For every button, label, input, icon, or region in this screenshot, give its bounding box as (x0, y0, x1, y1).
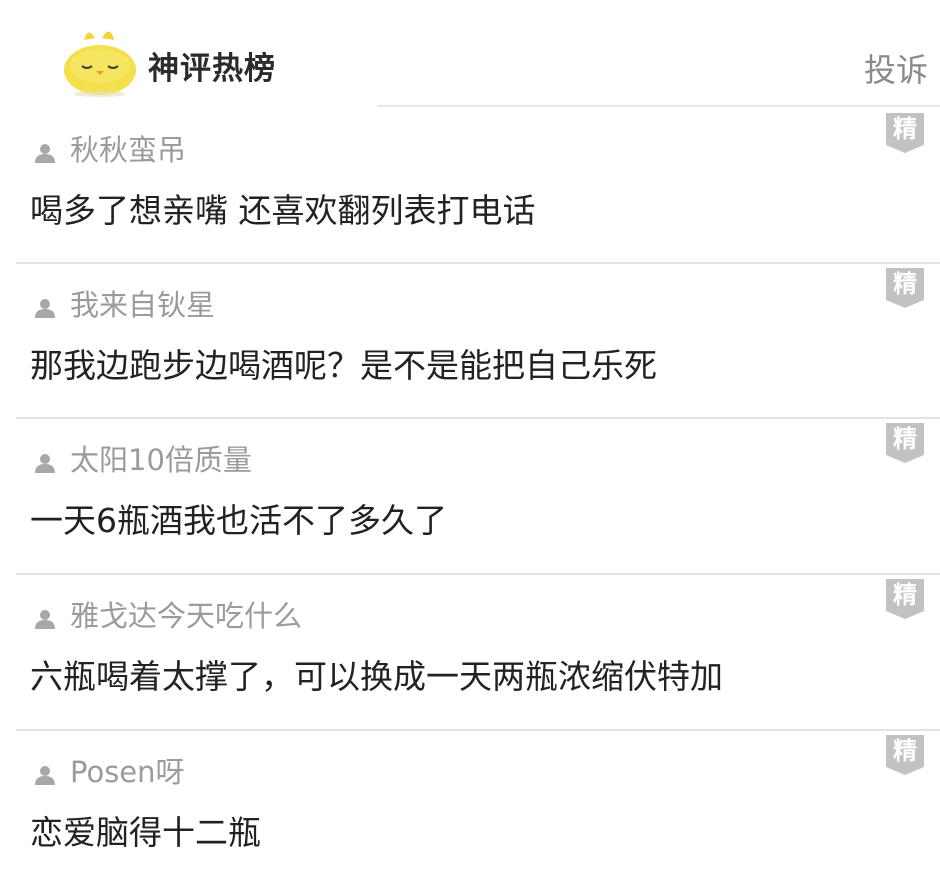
report-link[interactable]: 投诉 (864, 50, 928, 90)
comment-item: 精 我来自钬星 那我边跑步边喝酒呢？是不是能把自己乐死 (0, 262, 940, 418)
comment-divider (16, 729, 940, 731)
comment-item: 精 雅戈达今天吃什么 六瓶喝着太撑了，可以换成一天两瓶浓缩伏特加 (0, 573, 940, 729)
featured-badge-label: 精 (893, 737, 917, 765)
comment-text: 六瓶喝着太撑了，可以换成一天两瓶浓缩伏特加 (30, 657, 723, 696)
featured-badge: 精 (886, 423, 924, 463)
comment-divider (16, 417, 940, 419)
comment-item: 精 Posen呀 恋爱脑得十二瓶 (0, 729, 940, 885)
comment-text: 一天6瓶酒我也活不了多久了 (30, 501, 447, 540)
comment-username[interactable]: 太阳10倍质量 (70, 441, 252, 479)
comment-text: 喝多了想亲嘴 还喜欢翻列表打电话 (30, 191, 536, 230)
user-icon (35, 299, 55, 318)
brand-title: 神评热榜 (148, 51, 276, 87)
comment-text: 那我边跑步边喝酒呢？是不是能把自己乐死 (30, 346, 657, 385)
comment-username[interactable]: 秋秋蛮吊 (70, 131, 186, 169)
user-icon (35, 610, 55, 629)
comment-divider (16, 262, 940, 264)
featured-badge: 精 (886, 268, 924, 308)
user-icon (35, 454, 55, 473)
user-icon (35, 144, 55, 163)
hot-comments-header: 神评热榜 投诉 (0, 0, 940, 107)
comment-item: 精 秋秋蛮吊 喝多了想亲嘴 还喜欢翻列表打电话 (0, 107, 940, 263)
featured-badge-label: 精 (893, 270, 917, 298)
featured-badge: 精 (886, 579, 924, 619)
comment-divider (16, 573, 940, 575)
yellow-chick-mascot-icon (64, 31, 136, 97)
featured-badge: 精 (886, 113, 924, 153)
comment-text: 恋爱脑得十二瓶 (30, 813, 261, 852)
featured-badge-label: 精 (893, 581, 917, 609)
comment-item: 精 太阳10倍质量 一天6瓶酒我也活不了多久了 (0, 417, 940, 573)
featured-badge-label: 精 (893, 425, 917, 453)
user-icon (35, 766, 55, 785)
comment-username[interactable]: 我来自钬星 (70, 286, 215, 324)
comment-username[interactable]: 雅戈达今天吃什么 (70, 597, 302, 635)
featured-badge-label: 精 (893, 115, 917, 143)
comment-username[interactable]: Posen呀 (70, 753, 185, 791)
featured-badge: 精 (886, 735, 924, 775)
